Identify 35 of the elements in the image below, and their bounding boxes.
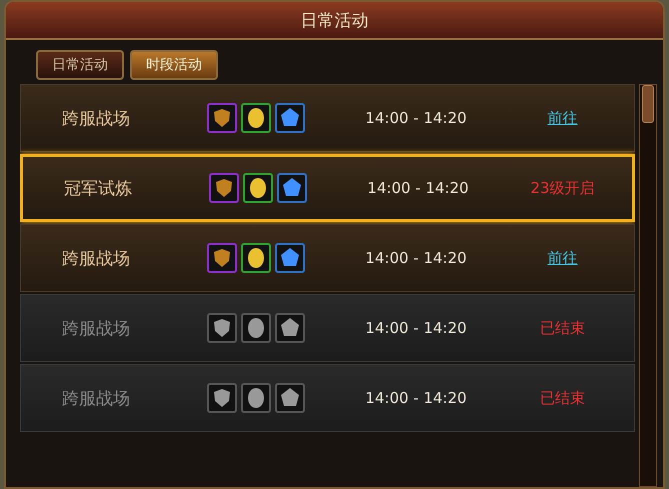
crystal-icon: [277, 173, 307, 203]
window-title: 日常活动: [6, 2, 663, 40]
go-link[interactable]: 前往: [548, 108, 578, 128]
scrollbar[interactable]: [639, 84, 657, 487]
tab[interactable]: 时段活动: [130, 50, 218, 80]
crystal-icon: [275, 313, 305, 343]
scroll-thumb[interactable]: [642, 85, 654, 123]
activity-row[interactable]: 冠军试炼 14:00 - 14:20 23级开启: [20, 154, 635, 222]
activity-time: 14:00 - 14:20: [365, 389, 467, 407]
crystal-icon: [275, 103, 305, 133]
crystal-icon: [275, 383, 305, 413]
level-requirement: 23级开启: [530, 178, 595, 198]
activity-time: 14:00 - 14:20: [367, 179, 469, 197]
coin-icon: [241, 103, 271, 133]
activity-row[interactable]: 跨服战场 14:00 - 14:20 已结束: [20, 294, 635, 362]
activity-name: 跨服战场: [62, 108, 130, 130]
activity-time: 14:00 - 14:20: [365, 109, 467, 127]
activity-row[interactable]: 跨服战场 14:00 - 14:20 前往: [20, 84, 635, 152]
activity-name: 跨服战场: [62, 388, 130, 410]
coin-icon: [243, 173, 273, 203]
activity-name: 跨服战场: [62, 248, 130, 270]
activity-name: 冠军试炼: [64, 178, 132, 200]
ended-status: 已结束: [540, 388, 585, 408]
coin-icon: [241, 313, 271, 343]
activity-name: 跨服战场: [62, 318, 130, 340]
coin-icon: [241, 243, 271, 273]
activity-row[interactable]: 跨服战场 14:00 - 14:20 已结束: [20, 364, 635, 432]
coin-icon: [241, 383, 271, 413]
ended-status: 已结束: [540, 318, 585, 338]
tab[interactable]: 日常活动: [36, 50, 124, 80]
go-link[interactable]: 前往: [548, 248, 578, 268]
activity-row[interactable]: 跨服战场 14:00 - 14:20 前往: [20, 224, 635, 292]
crystal-icon: [275, 243, 305, 273]
activity-time: 14:00 - 14:20: [365, 249, 467, 267]
activity-time: 14:00 - 14:20: [365, 319, 467, 337]
